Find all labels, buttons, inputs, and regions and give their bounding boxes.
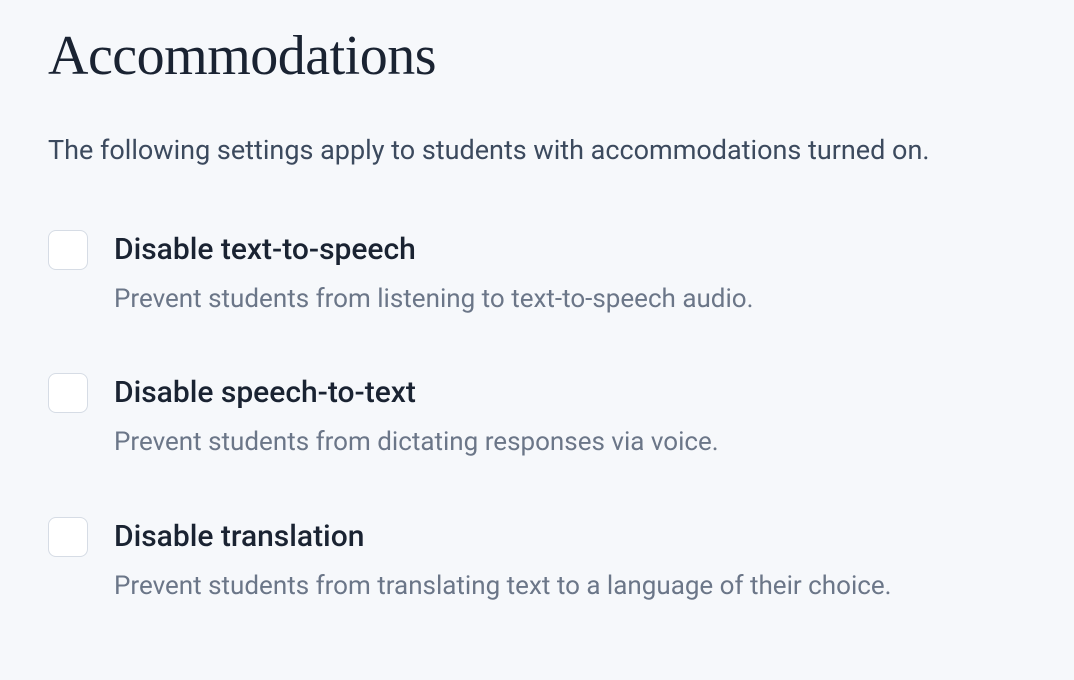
option-content: Disable text-to-speech Prevent students … [114,230,753,317]
option-label: Disable translation [114,517,892,556]
accommodations-options-list: Disable text-to-speech Prevent students … [48,230,1026,604]
checkbox-disable-text-to-speech[interactable] [48,230,88,270]
option-description: Prevent students from dictating response… [114,424,719,460]
option-row-disable-text-to-speech: Disable text-to-speech Prevent students … [48,230,1026,317]
option-description: Prevent students from translating text t… [114,568,892,604]
option-label: Disable speech-to-text [114,373,719,412]
option-label: Disable text-to-speech [114,230,753,269]
checkbox-disable-translation[interactable] [48,517,88,557]
option-description: Prevent students from listening to text-… [114,281,753,317]
option-content: Disable translation Prevent students fro… [114,517,892,604]
option-row-disable-translation: Disable translation Prevent students fro… [48,517,1026,604]
option-row-disable-speech-to-text: Disable speech-to-text Prevent students … [48,373,1026,460]
page-title: Accommodations [48,24,1026,88]
option-content: Disable speech-to-text Prevent students … [114,373,719,460]
section-description: The following settings apply to students… [48,132,1026,170]
checkbox-disable-speech-to-text[interactable] [48,373,88,413]
